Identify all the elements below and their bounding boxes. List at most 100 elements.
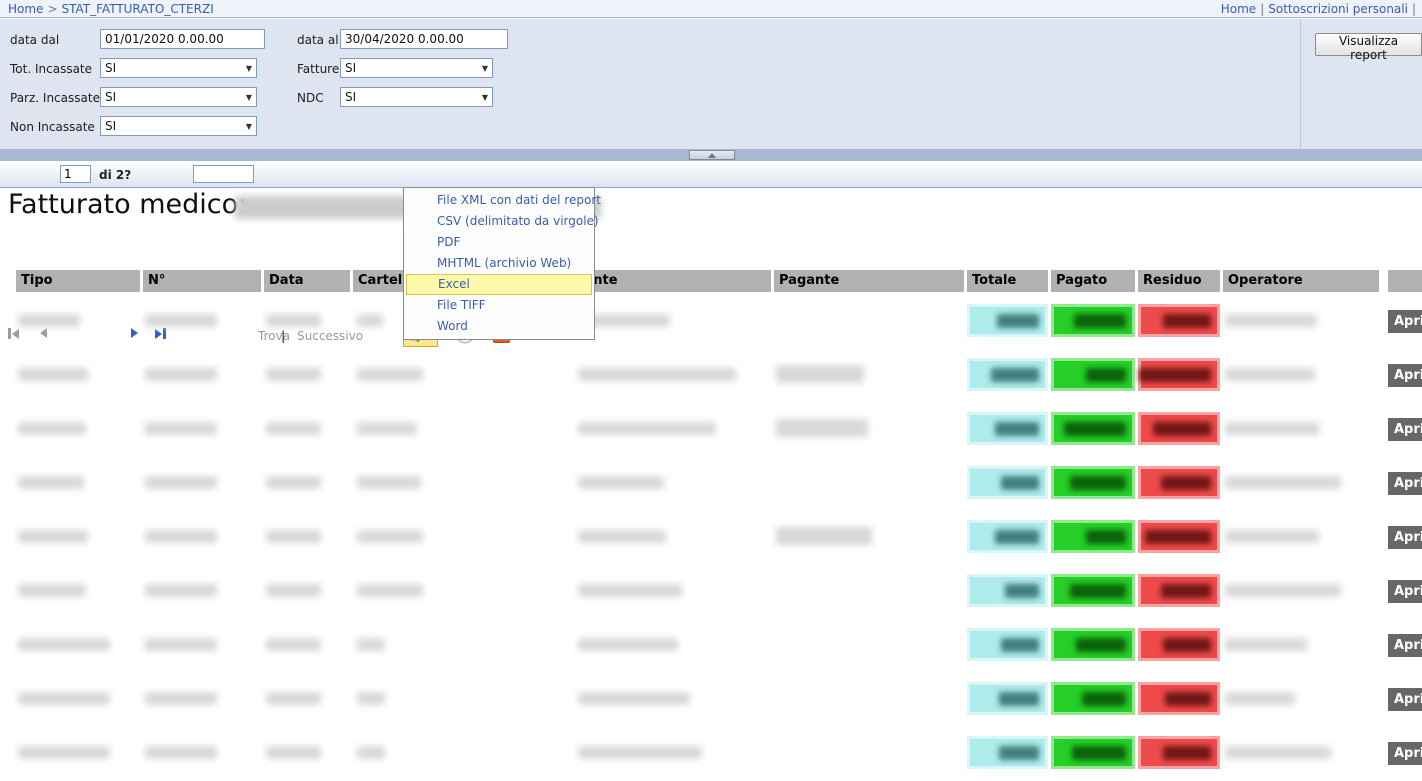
top-nav-separator: |	[1256, 2, 1268, 16]
redacted-cartella-value	[357, 638, 385, 651]
fatture-select[interactable]: SI▼	[340, 58, 493, 78]
table-row: Apri F	[0, 403, 1422, 457]
redacted-amount	[1086, 530, 1126, 544]
search-input[interactable]	[193, 165, 254, 183]
redacted-data-value	[266, 530, 321, 543]
redacted-operatore-value	[1225, 584, 1341, 597]
open-invoice-button[interactable]: Apri F	[1388, 364, 1422, 387]
redacted-tipo-value	[18, 368, 88, 381]
value-cell-core	[970, 685, 1045, 712]
parz-incassate-label: Parz. Incassate	[10, 88, 100, 108]
tot-incassate-label: Tot. Incassate	[10, 59, 92, 79]
redacted-amount	[999, 746, 1039, 760]
redacted-amount	[999, 692, 1039, 706]
open-invoice-button[interactable]: Apri F	[1388, 580, 1422, 603]
redacted-cliente-value	[578, 422, 716, 435]
value-cell-core	[1141, 361, 1217, 388]
non-incassate-value: SI	[105, 119, 116, 133]
redacted-cartella-value	[357, 314, 383, 327]
open-invoice-button[interactable]: Apri F	[1388, 742, 1422, 765]
redacted-amount	[995, 530, 1039, 544]
export-menu-item-pdf[interactable]: PDF	[404, 232, 594, 253]
open-invoice-button[interactable]: Apri F	[1388, 526, 1422, 549]
report-title: Fatturato medico:	[8, 189, 247, 220]
pagato-value-cell	[1051, 304, 1135, 337]
collapse-parameters-handle[interactable]	[689, 150, 735, 160]
column-header-pagato: Pagato	[1051, 270, 1135, 292]
page-number-input[interactable]	[60, 165, 91, 183]
redacted-amount	[1074, 314, 1126, 328]
value-cell-core	[1141, 685, 1217, 712]
redacted-n-value	[145, 314, 217, 327]
column-header-totale: Totale	[967, 270, 1048, 292]
table-row: Apri F	[0, 457, 1422, 511]
breadcrumb-home-link[interactable]: Home	[8, 2, 43, 16]
value-cell-core	[970, 415, 1045, 442]
redacted-tipo-value	[18, 530, 88, 543]
redacted-cartella-value	[357, 746, 385, 759]
pagato-value-cell	[1051, 736, 1135, 769]
pagato-value-cell	[1051, 574, 1135, 607]
table-row: Apri F	[0, 349, 1422, 403]
open-invoice-button[interactable]: Apri F	[1388, 688, 1422, 711]
value-cell-core	[970, 739, 1045, 766]
value-cell-core	[1054, 307, 1132, 334]
redacted-amount	[1163, 314, 1211, 328]
redacted-tipo-value	[18, 476, 84, 489]
redacted-amount	[1072, 746, 1126, 760]
export-menu-item-file-xml-con-dati-del-report[interactable]: File XML con dati del report	[404, 190, 594, 211]
tot-incassate-value: SI	[105, 61, 116, 75]
table-header-row: TipoN°DataCartellaClientePaganteTotalePa…	[0, 270, 1422, 292]
value-cell-core	[1141, 577, 1217, 604]
value-cell-core	[1141, 469, 1217, 496]
export-menu-item-excel[interactable]: Excel	[406, 274, 592, 295]
ndc-select[interactable]: SI▼	[340, 87, 493, 107]
value-cell-core	[970, 631, 1045, 658]
totale-value-cell	[967, 682, 1048, 715]
redacted-pagante-value	[776, 527, 872, 545]
open-invoice-button[interactable]: Apri F	[1388, 472, 1422, 495]
redacted-data-value	[266, 422, 321, 435]
redacted-data-value	[266, 746, 321, 759]
export-menu-item-csv-delimitato-da-virgole[interactable]: CSV (delimitato da virgole)	[404, 211, 594, 232]
redacted-tipo-value	[18, 692, 110, 705]
data-dal-input[interactable]	[100, 29, 265, 49]
parz-incassate-value: SI	[105, 90, 116, 104]
open-invoice-button[interactable]: Apri F	[1388, 418, 1422, 441]
redacted-amount	[1163, 638, 1211, 652]
page-total-label: di 2?	[99, 168, 131, 182]
redacted-amount	[1161, 584, 1211, 598]
export-menu-item-mhtml-archivio-web[interactable]: MHTML (archivio Web)	[404, 253, 594, 274]
data-al-input[interactable]	[340, 29, 508, 49]
residuo-value-cell	[1138, 358, 1220, 391]
tot-incassate-select[interactable]: SI▼	[100, 58, 257, 78]
redacted-n-value	[145, 422, 217, 435]
breadcrumb: Home>STAT_FATTURATO_CTERZI	[8, 1, 214, 17]
redacted-n-value	[145, 692, 217, 705]
open-invoice-button[interactable]: Apri F	[1388, 634, 1422, 657]
open-invoice-button[interactable]: Apri F	[1388, 310, 1422, 333]
breadcrumb-current-report-link[interactable]: STAT_FATTURATO_CTERZI	[62, 2, 214, 16]
totale-value-cell	[967, 574, 1048, 607]
value-cell-core	[1054, 469, 1132, 496]
view-report-button[interactable]: Visualizza report	[1315, 33, 1422, 56]
top-nav-separator-2: |	[1408, 2, 1420, 16]
non-incassate-select[interactable]: SI▼	[100, 116, 257, 136]
top-nav-subscriptions-link[interactable]: Sottoscrizioni personali	[1268, 2, 1408, 16]
export-menu-item-file-tiff[interactable]: File TIFF	[404, 295, 594, 316]
redacted-data-value	[266, 584, 321, 597]
totale-value-cell	[967, 358, 1048, 391]
top-nav-home-link[interactable]: Home	[1221, 2, 1256, 16]
ndc-value: SI	[345, 90, 356, 104]
redacted-cliente-value	[578, 476, 664, 489]
redacted-amount	[1005, 584, 1039, 598]
report-viewer-page: { "breadcrumb": { "home": "Home", "separ…	[0, 0, 1422, 773]
redacted-data-value	[266, 638, 321, 651]
redacted-amount	[1001, 476, 1039, 490]
redacted-pagante-value	[776, 419, 868, 437]
export-menu-item-word[interactable]: Word	[404, 316, 594, 337]
redacted-cartella-value	[357, 476, 421, 489]
parz-incassate-select[interactable]: SI▼	[100, 87, 257, 107]
fatture-value: SI	[345, 61, 356, 75]
non-incassate-label: Non Incassate	[10, 117, 95, 137]
